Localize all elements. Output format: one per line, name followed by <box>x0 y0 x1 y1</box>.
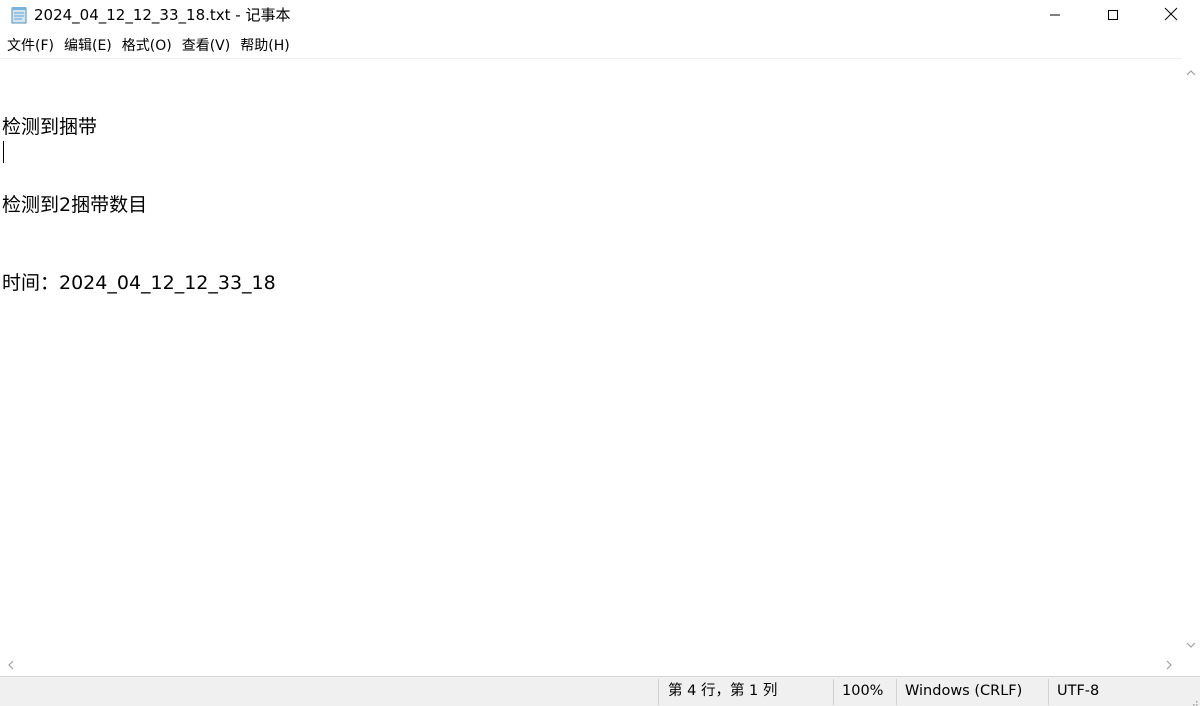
menu-bar: 文件(F) 编辑(E) 格式(O) 查看(V) 帮助(H) <box>0 34 1200 58</box>
menu-format[interactable]: 格式(O) <box>119 35 175 57</box>
text-line <box>2 348 276 374</box>
menu-view[interactable]: 查看(V) <box>179 35 234 57</box>
chevron-up-icon <box>1186 62 1196 81</box>
status-divider <box>658 679 659 705</box>
status-encoding: UTF-8 <box>1057 683 1100 699</box>
minimize-button[interactable] <box>1026 0 1084 31</box>
maximize-button[interactable] <box>1084 0 1142 31</box>
title-bar[interactable]: 2024_04_12_12_33_18.txt - 记事本 <box>0 0 1200 31</box>
resize-grip-icon[interactable] <box>1188 694 1198 706</box>
text-line: 检测到2捆带数目 <box>2 194 148 216</box>
vertical-scrollbar[interactable] <box>1182 58 1200 654</box>
notepad-icon <box>10 6 28 24</box>
scroll-up-button[interactable] <box>1182 62 1200 80</box>
menu-file[interactable]: 文件(F) <box>4 35 57 57</box>
scrollbar-corner <box>1182 654 1200 674</box>
scroll-right-button[interactable] <box>1160 655 1178 673</box>
close-button[interactable] <box>1142 0 1200 31</box>
text-line: 检测到捆带 <box>2 116 98 138</box>
chevron-right-icon <box>1165 655 1173 674</box>
text-line: 时间：2024_04_12_12_33_18 <box>2 272 276 294</box>
menu-edit[interactable]: 编辑(E) <box>61 35 115 57</box>
close-icon <box>1164 6 1178 25</box>
status-zoom: 100% <box>842 683 884 699</box>
chevron-left-icon <box>7 655 15 674</box>
minimize-icon <box>1049 6 1061 25</box>
status-line-ending: Windows (CRLF) <box>905 683 1023 699</box>
scroll-left-button[interactable] <box>2 655 20 673</box>
menu-help[interactable]: 帮助(H) <box>237 35 292 57</box>
scroll-down-button[interactable] <box>1182 634 1200 652</box>
horizontal-scrollbar[interactable] <box>0 654 1182 674</box>
text-content[interactable]: 检测到捆带 检测到2捆带数目 时间：2024_04_12_12_33_18 <box>2 62 276 426</box>
status-cursor-position: 第 4 行，第 1 列 <box>668 683 778 699</box>
maximize-icon <box>1107 6 1119 25</box>
status-bar: 第 4 行，第 1 列 100% Windows (CRLF) UTF-8 <box>0 676 1200 706</box>
notepad-window: 2024_04_12_12_33_18.txt - 记事本 文件(F) 编辑(E… <box>0 0 1200 706</box>
window-title: 2024_04_12_12_33_18.txt - 记事本 <box>34 6 291 24</box>
text-caret <box>3 141 4 163</box>
text-editor[interactable]: 检测到捆带 检测到2捆带数目 时间：2024_04_12_12_33_18 <box>0 58 1182 654</box>
chevron-down-icon <box>1186 634 1196 653</box>
